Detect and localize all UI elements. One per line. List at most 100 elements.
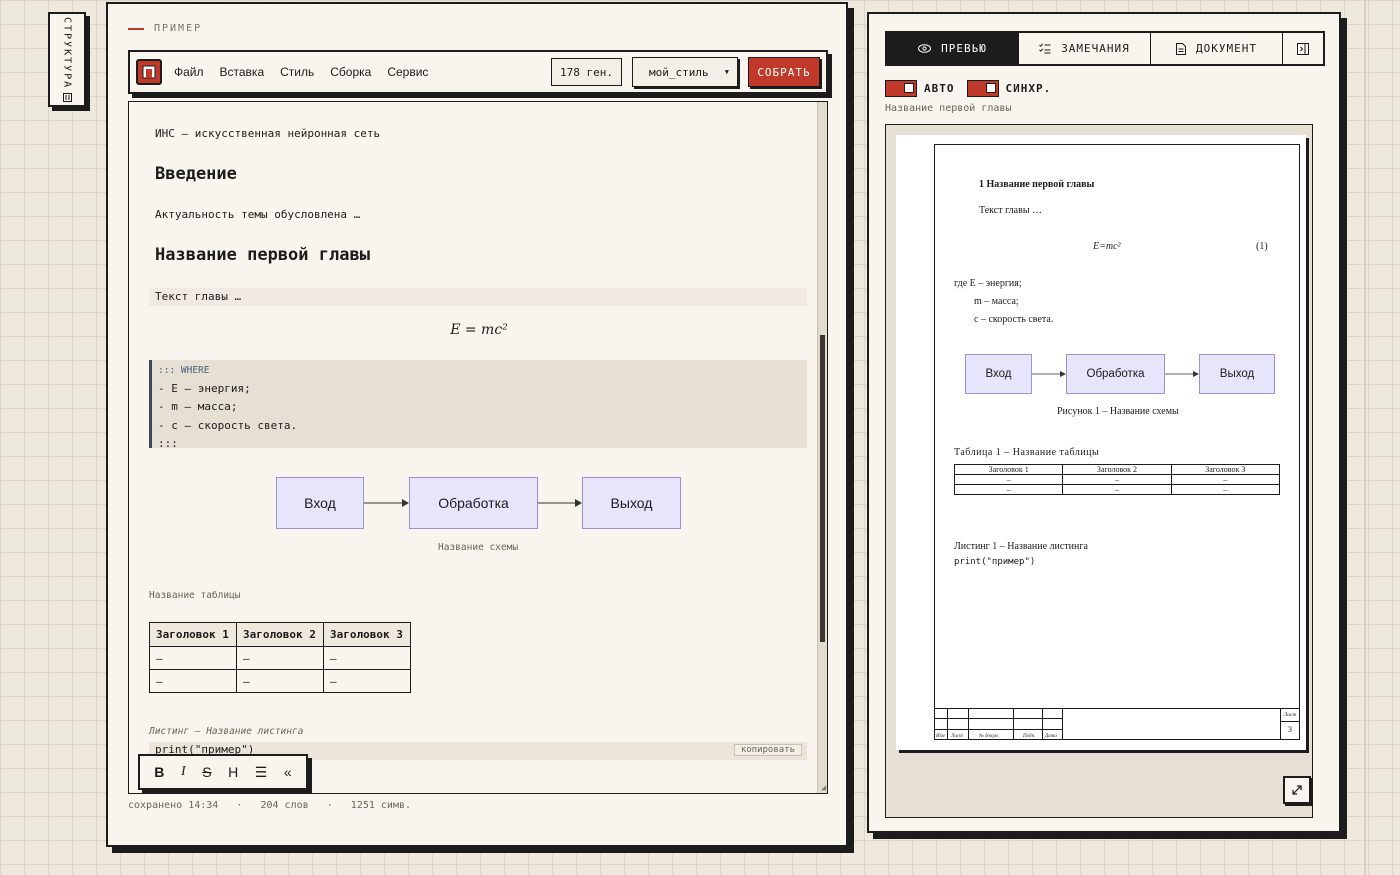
tab-preview-label: ПРЕВЬЮ <box>941 42 987 55</box>
preview-tabs: ПРЕВЬЮ ЗАМЕЧАНИЯ ДОКУМЕНТ <box>885 31 1325 66</box>
tab-document[interactable]: ДОКУМЕНТ <box>1151 33 1283 64</box>
app-logo-icon[interactable] <box>136 59 162 85</box>
table-header: Заголовок 2 <box>236 622 324 647</box>
where-line-m: - m — масса; <box>158 400 238 414</box>
format-toolbar: B I S H ☰ « <box>138 754 308 790</box>
word-count: 204 слов <box>260 800 309 811</box>
page-where-m: m – масса; <box>974 296 1019 307</box>
page-where-c: c – скорость света. <box>974 314 1054 325</box>
page-table-cell: – <box>953 484 1064 495</box>
heading-introduction: Введение <box>155 164 237 184</box>
editor-scrollbar[interactable] <box>817 102 827 793</box>
diagram-node-process: Обработка <box>409 477 538 529</box>
scroll-thumb[interactable] <box>820 335 825 642</box>
where-block: ::: WHERE - E — энергия; - m — масса; - … <box>149 360 807 450</box>
table-header: Заголовок 1 <box>149 622 237 647</box>
diagram-caption: Название схемы <box>438 542 519 553</box>
eye-icon <box>918 44 932 53</box>
where-close: ::: <box>158 436 178 450</box>
preview-toggles: АВТО СИНХР. <box>885 80 1051 97</box>
preview-panel: ПРЕВЬЮ ЗАМЕЧАНИЯ ДОКУМЕНТ АВТО СИНХР. На… <box>867 12 1341 833</box>
italic-button[interactable]: I <box>181 764 186 780</box>
sync-toggle-label: СИНХР. <box>1005 82 1052 95</box>
stamp-label: Изм <box>936 734 945 739</box>
status-bar: сохранено 14:34 · 204 слов · 1251 симв. <box>128 800 412 811</box>
sheet-box: Лист 3 <box>1280 709 1299 739</box>
table-cell: – <box>149 646 237 670</box>
sheet-number: 3 <box>1288 725 1292 734</box>
diagram-node-input: Вход <box>276 477 364 529</box>
introduction-text: Актуальность темы обусловлена … <box>155 208 361 221</box>
build-button[interactable]: СОБРАТЬ <box>748 57 820 87</box>
where-line-c: - c — скорость света. <box>158 418 298 432</box>
page-diagram-arrow <box>1032 371 1066 377</box>
editor-panel: ПРИМЕР Файл Вставка Стиль Сборка Сервис … <box>106 2 848 847</box>
heading-chapter: Название первой главы <box>155 245 370 265</box>
heading-button[interactable]: H <box>228 764 238 780</box>
style-select[interactable]: мой_стиль ▼ <box>632 57 738 87</box>
markdown-editor[interactable]: ИНС – искусственная нейронная сеть Введе… <box>128 101 828 794</box>
current-section: Название первой главы <box>885 103 1012 114</box>
abbreviation-line: ИНС – искусственная нейронная сеть <box>155 127 381 140</box>
preview-area[interactable]: 1 Название первой главы Текст главы … E=… <box>885 124 1313 818</box>
page-table-cell: – <box>1062 484 1172 495</box>
copy-button[interactable]: копировать <box>733 744 802 756</box>
document-icon <box>1176 42 1186 55</box>
bold-button[interactable]: B <box>154 764 164 780</box>
table-cell: – <box>323 669 411 693</box>
title-block: Изм Лист № докум. Подп. Дата Лист 3 <box>935 708 1299 739</box>
structure-tab-label: СТРУКТУРА <box>61 16 73 90</box>
page-table-cell: – <box>1170 484 1281 495</box>
tab-remarks[interactable]: ЗАМЕЧАНИЯ <box>1019 33 1151 64</box>
stamp-line <box>935 718 1062 719</box>
collapse-button[interactable]: « <box>284 764 292 780</box>
where-line-e: - E — энергия; <box>158 382 251 396</box>
page-listing-code: print("пример") <box>954 557 1036 567</box>
page-formula: E=mc² <box>1093 241 1121 252</box>
tab-remarks-label: ЗАМЕЧАНИЯ <box>1061 42 1130 55</box>
stamp-label: Лист <box>951 734 963 739</box>
outline-icon <box>62 93 72 103</box>
page-heading: 1 Название первой главы <box>979 179 1095 190</box>
page-text: Текст главы … <box>979 205 1043 216</box>
sync-toggle[interactable] <box>966 80 999 97</box>
document-page: 1 Название первой главы Текст главы … E=… <box>896 135 1306 750</box>
menu-file[interactable]: Файл <box>174 65 204 79</box>
expand-button[interactable] <box>1283 776 1311 804</box>
toggle-knob <box>904 83 914 93</box>
checklist-icon <box>1039 43 1051 54</box>
list-button[interactable]: ☰ <box>255 764 268 781</box>
generation-count: 178 ген. <box>551 58 622 86</box>
page-diagram-node-process: Обработка <box>1066 354 1165 394</box>
resize-grip-icon[interactable]: ◢ <box>821 784 826 792</box>
tab-preview[interactable]: ПРЕВЬЮ <box>887 33 1019 64</box>
collapse-panel-button[interactable] <box>1283 33 1323 64</box>
menu-build[interactable]: Сборка <box>330 65 371 79</box>
stamp-label: Дата <box>1045 734 1057 739</box>
table-header: Заголовок 3 <box>323 622 411 647</box>
page-table-caption: Таблица 1 – Название таблицы <box>954 447 1100 458</box>
listing-caption: Листинг — Название листинга <box>149 726 304 737</box>
toggle-knob <box>985 83 996 93</box>
strikethrough-button[interactable]: S <box>202 764 211 780</box>
char-count: 1251 симв. <box>350 800 412 811</box>
structure-tab[interactable]: СТРУКТУРА <box>48 12 86 107</box>
table-row: – – – <box>149 646 411 670</box>
menu-insert[interactable]: Вставка <box>220 65 265 79</box>
tab-document-label: ДОКУМЕНТ <box>1196 42 1257 55</box>
chevron-down-icon: ▼ <box>724 68 729 76</box>
page-table-cell: – <box>1170 474 1281 485</box>
table-caption: Название таблицы <box>149 590 241 601</box>
diagram-arrow <box>364 499 409 507</box>
page-table-row: – – – <box>953 484 1281 495</box>
menu-style[interactable]: Стиль <box>280 65 314 79</box>
sheet-label: Лист <box>1281 709 1299 722</box>
page-where-e: где E – энергия; <box>954 278 1022 289</box>
editor-table: Заголовок 1 Заголовок 2 Заголовок 3 – – … <box>149 622 411 693</box>
table-row: – – – <box>149 669 411 693</box>
expand-icon <box>1292 785 1302 795</box>
page-table-header: Заголовок 2 <box>1062 464 1172 475</box>
menu-service[interactable]: Сервис <box>387 65 428 79</box>
document-label: ПРИМЕР <box>128 23 202 34</box>
auto-toggle[interactable] <box>885 80 917 97</box>
